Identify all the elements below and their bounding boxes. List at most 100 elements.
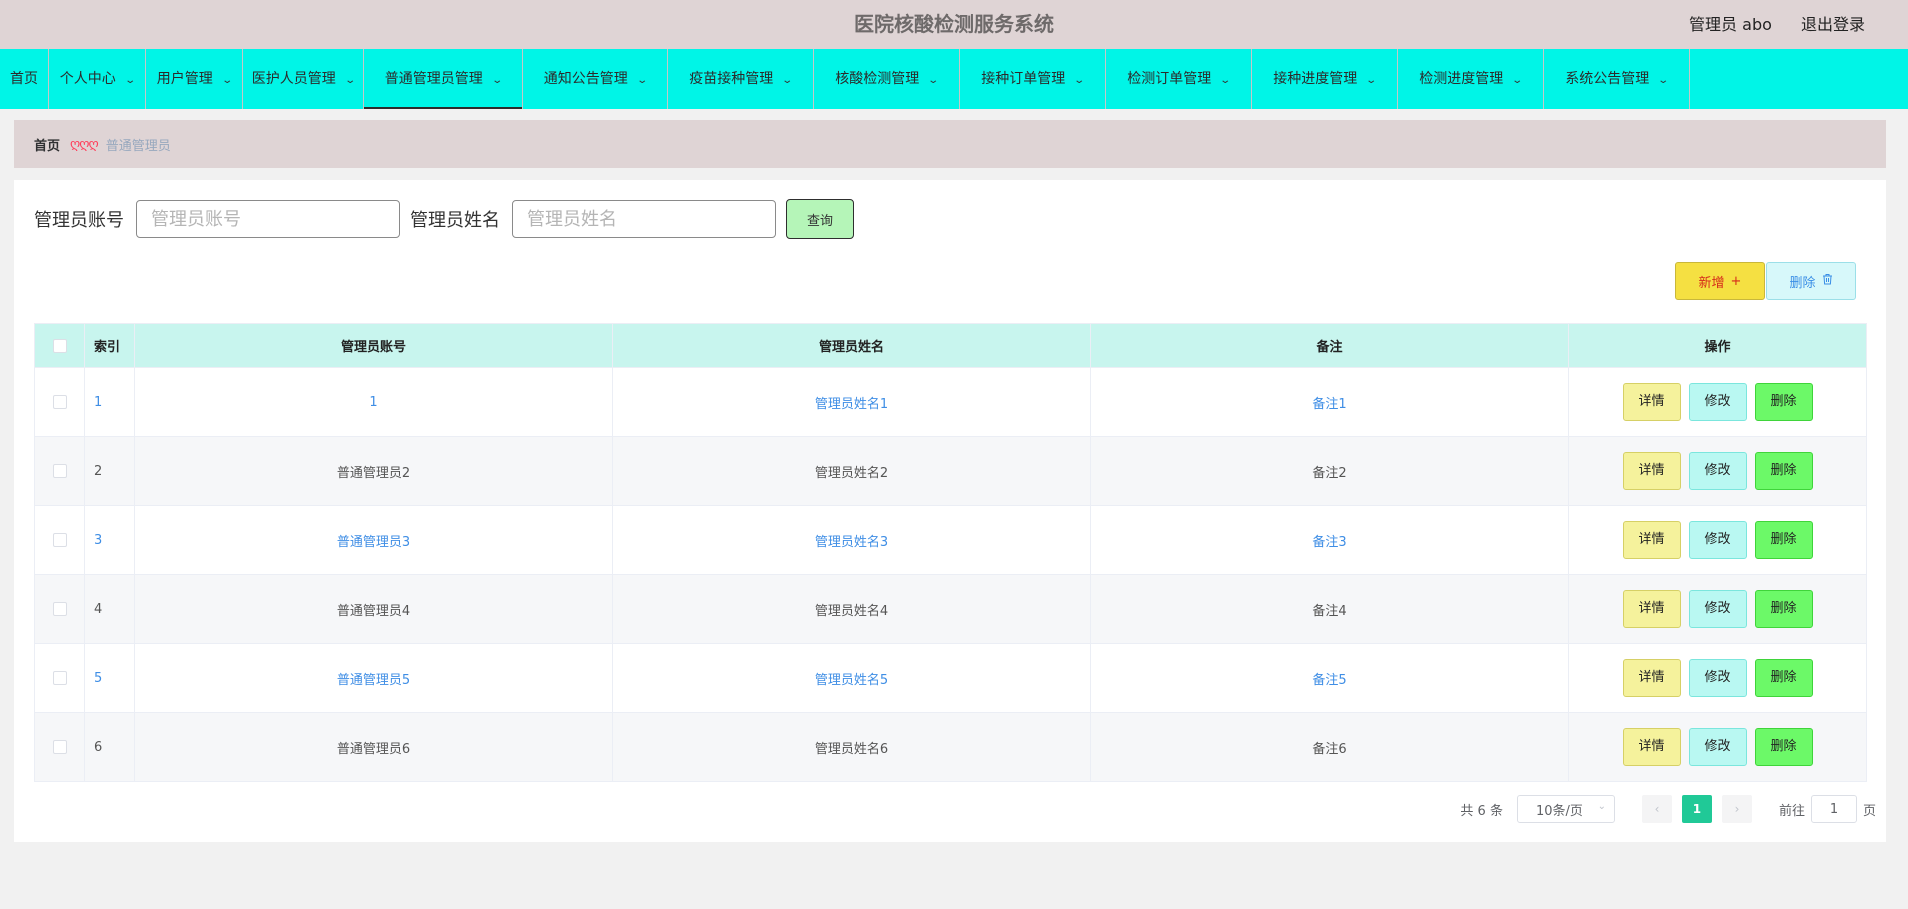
delete-button[interactable]: 删除 <box>1754 659 1813 697</box>
chevron-down-icon: ⌄ <box>1073 75 1086 86</box>
cell-remark: 备注4 <box>1090 574 1569 644</box>
detail-button[interactable]: 详情 <box>1622 728 1681 766</box>
nav-item-label: 疫苗接种管理 <box>689 71 774 87</box>
next-page-button[interactable]: › <box>1721 795 1752 823</box>
cell-index: 2 <box>84 436 135 506</box>
delete-button[interactable]: 删除 <box>1754 521 1813 559</box>
detail-button[interactable]: 详情 <box>1622 452 1681 490</box>
cell-index: 6 <box>84 712 135 782</box>
nav-item-vaccine-management[interactable]: 疫苗接种管理 ⌄ <box>668 49 814 109</box>
nav-item-label: 系统公告管理 <box>1565 71 1650 87</box>
row-checkbox[interactable] <box>52 602 67 616</box>
current-user-label: 管理员 abo <box>1689 15 1772 34</box>
page-number-button[interactable]: 1 <box>1681 795 1712 823</box>
account-search-input[interactable] <box>136 200 400 238</box>
nav-item-medical-staff[interactable]: 医护人员管理 ⌄ <box>243 49 364 109</box>
cell-account: 普通管理员5 <box>134 643 613 713</box>
chevron-down-icon: ⌄ <box>1365 75 1378 86</box>
nav-item-nucleic-test-management[interactable]: 核酸检测管理 ⌄ <box>814 49 960 109</box>
logout-link[interactable]: 退出登录 <box>1801 15 1865 34</box>
query-button[interactable]: 查询 <box>786 199 854 239</box>
chevron-down-icon: ⌄ <box>1511 75 1524 86</box>
edit-button[interactable]: 修改 <box>1688 590 1747 628</box>
nav-item-vaccination-order[interactable]: 接种订单管理 ⌄ <box>960 49 1106 109</box>
delete-button[interactable]: 删除 <box>1754 452 1813 490</box>
cell-account: 普通管理员4 <box>134 574 613 644</box>
table-row: 2 普通管理员2 管理员姓名2 备注2 详情 修改 删除 <box>34 436 1867 506</box>
edit-button[interactable]: 修改 <box>1688 728 1747 766</box>
nav-item-system-notice[interactable]: 系统公告管理 ⌄ <box>1544 49 1690 109</box>
cell-actions: 详情 修改 删除 <box>1568 436 1867 506</box>
name-search-label: 管理员姓名 <box>410 210 500 231</box>
page-size-select[interactable]: 10条/页 ⌄ <box>1516 795 1615 823</box>
nav-item-personal-center[interactable]: 个人中心 ⌄ <box>49 49 146 109</box>
nav-item-label: 普通管理员管理 <box>384 71 483 87</box>
detail-button[interactable]: 详情 <box>1622 590 1681 628</box>
delete-button[interactable]: 删除 <box>1754 590 1813 628</box>
detail-button[interactable]: 详情 <box>1622 383 1681 421</box>
nav-item-test-order[interactable]: 检测订单管理 ⌄ <box>1106 49 1252 109</box>
edit-button[interactable]: 修改 <box>1688 452 1747 490</box>
nav-item-notice-management[interactable]: 通知公告管理 ⌄ <box>523 49 668 109</box>
breadcrumb-home[interactable]: 首页 <box>34 135 60 154</box>
cell-account: 普通管理员6 <box>134 712 613 782</box>
row-checkbox[interactable] <box>52 740 67 754</box>
row-checkbox[interactable] <box>52 395 67 409</box>
cell-name: 管理员姓名3 <box>612 505 1091 575</box>
nav-item-admin-management[interactable]: 普通管理员管理 ⌄ <box>364 49 523 109</box>
chevron-down-icon: ⌄ <box>221 75 233 86</box>
cell-remark: 备注6 <box>1090 712 1569 782</box>
detail-button[interactable]: 详情 <box>1622 659 1681 697</box>
cell-index: 1 <box>84 367 135 437</box>
cell-actions: 详情 修改 删除 <box>1568 367 1867 437</box>
nav-item-test-progress[interactable]: 检测进度管理 ⌄ <box>1398 49 1544 109</box>
nav-item-vaccination-progress[interactable]: 接种进度管理 ⌄ <box>1252 49 1398 109</box>
cell-name: 管理员姓名1 <box>612 367 1091 437</box>
column-header-account: 管理员账号 <box>134 323 613 368</box>
cell-remark: 备注1 <box>1090 367 1569 437</box>
nav-item-label: 用户管理 <box>156 71 213 87</box>
chevron-down-icon: ⌄ <box>1219 75 1232 86</box>
cell-actions: 详情 修改 删除 <box>1568 712 1867 782</box>
cell-account: 1 <box>134 367 613 437</box>
table-row: 6 普通管理员6 管理员姓名6 备注6 详情 修改 删除 <box>34 712 1867 782</box>
batch-delete-button[interactable]: 删除 <box>1766 262 1856 300</box>
column-header-remark: 备注 <box>1090 323 1569 368</box>
user-area: 管理员 abo 退出登录 <box>1665 0 1865 49</box>
nav-item-label: 首页 <box>10 71 38 87</box>
cell-account: 普通管理员3 <box>134 505 613 575</box>
row-select-cell <box>34 643 85 713</box>
edit-button[interactable]: 修改 <box>1688 659 1747 697</box>
nav-item-label: 检测订单管理 <box>1127 71 1212 87</box>
detail-button[interactable]: 详情 <box>1622 521 1681 559</box>
cell-remark: 备注5 <box>1090 643 1569 713</box>
nav-item-user-management[interactable]: 用户管理 ⌄ <box>146 49 243 109</box>
row-checkbox[interactable] <box>52 671 67 685</box>
breadcrumb-current: 普通管理员 <box>105 138 171 154</box>
row-select-cell <box>34 436 85 506</box>
content-panel: 管理员账号 管理员姓名 查询 新增 + 删除 索引 管理员账号 管理员姓名 备注… <box>14 180 1886 842</box>
prev-page-button[interactable]: ‹ <box>1641 795 1672 823</box>
name-search-input[interactable] <box>512 200 776 238</box>
chevron-down-icon: ⌄ <box>1597 801 1606 812</box>
cell-index: 4 <box>84 574 135 644</box>
edit-button[interactable]: 修改 <box>1688 383 1747 421</box>
table-header-row: 索引 管理员账号 管理员姓名 备注 操作 <box>34 323 1867 368</box>
main-nav: 首页 个人中心 ⌄ 用户管理 ⌄ 医护人员管理 ⌄ 普通管理员管理 ⌄ 通知公告管理 ⌄ … <box>0 49 1908 109</box>
add-button[interactable]: 新增 + <box>1675 262 1765 300</box>
row-checkbox[interactable] <box>52 533 67 547</box>
row-checkbox[interactable] <box>52 464 67 478</box>
column-header-index: 索引 <box>84 323 135 368</box>
select-all-checkbox[interactable] <box>52 338 67 353</box>
pagination: 共 6 条 10条/页 ⌄ ‹ 1 › 前往 1 页 <box>1460 795 1876 823</box>
goto-page-input[interactable]: 1 <box>1810 795 1857 823</box>
plus-icon: + <box>1730 273 1742 289</box>
add-button-label: 新增 <box>1698 275 1725 291</box>
nav-item-home[interactable]: 首页 <box>0 49 49 109</box>
chevron-left-icon: ‹ <box>1654 802 1660 816</box>
delete-button[interactable]: 删除 <box>1754 728 1813 766</box>
edit-button[interactable]: 修改 <box>1688 521 1747 559</box>
delete-button[interactable]: 删除 <box>1754 383 1813 421</box>
nav-item-label: 医护人员管理 <box>251 71 336 87</box>
page-size-value: 10条/页 <box>1535 803 1583 819</box>
